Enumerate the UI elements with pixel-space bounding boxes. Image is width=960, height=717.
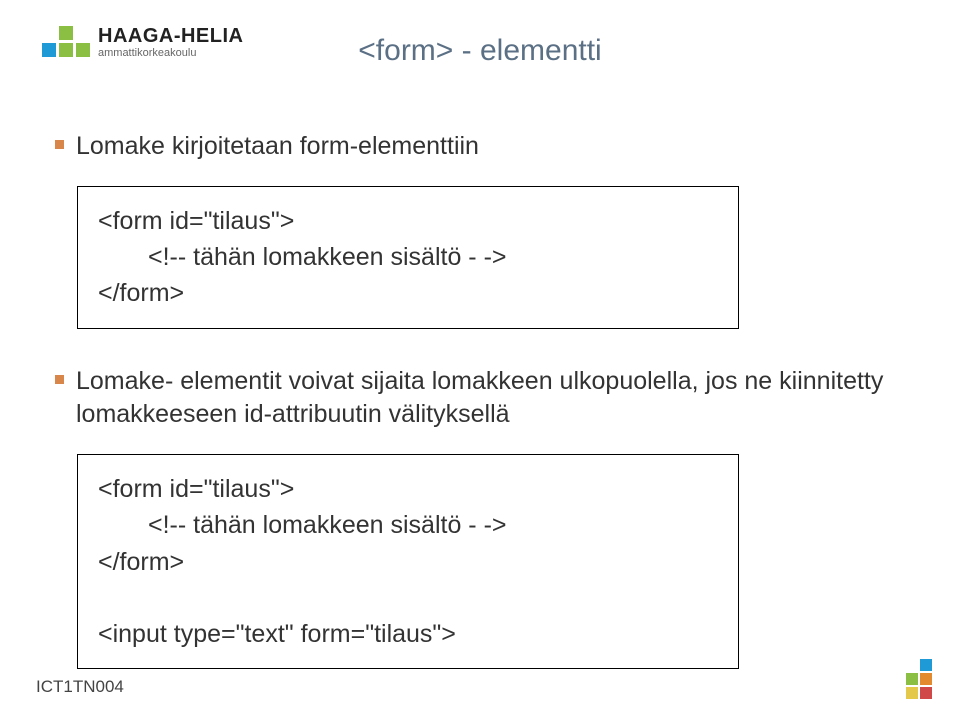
code1-line3: </form> bbox=[98, 279, 184, 307]
footer-code: ICT1TN004 bbox=[36, 677, 124, 697]
bullet-2-text: Lomake- elementit voivat sijaita lomakke… bbox=[76, 365, 900, 433]
code2-line1: <form id="tilaus"> bbox=[98, 475, 294, 503]
code2-line2: <!-- tähän lomakkeen sisältö - -> bbox=[98, 507, 718, 543]
corner-decoration bbox=[906, 659, 932, 699]
code1-line1: <form id="tilaus"> bbox=[98, 207, 294, 235]
slide-title: <form> - elementti bbox=[0, 34, 960, 68]
code2-line3: </form> bbox=[98, 548, 184, 576]
bullet-icon bbox=[55, 375, 64, 384]
code-box-1: <form id="tilaus"> <!-- tähän lomakkeen … bbox=[77, 186, 739, 329]
bullet-icon bbox=[55, 140, 64, 149]
bullet-1: Lomake kirjoitetaan form-elementtiin bbox=[55, 130, 900, 164]
code1-line2: <!-- tähän lomakkeen sisältö - -> bbox=[98, 239, 718, 275]
code2-line5: <input type="text" form="tilaus"> bbox=[98, 620, 456, 648]
bullet-1-text: Lomake kirjoitetaan form-elementtiin bbox=[76, 130, 479, 164]
slide-content: Lomake kirjoitetaan form-elementtiin <fo… bbox=[55, 130, 900, 669]
bullet-2: Lomake- elementit voivat sijaita lomakke… bbox=[55, 365, 900, 433]
code-box-2: <form id="tilaus"> <!-- tähän lomakkeen … bbox=[77, 454, 739, 669]
